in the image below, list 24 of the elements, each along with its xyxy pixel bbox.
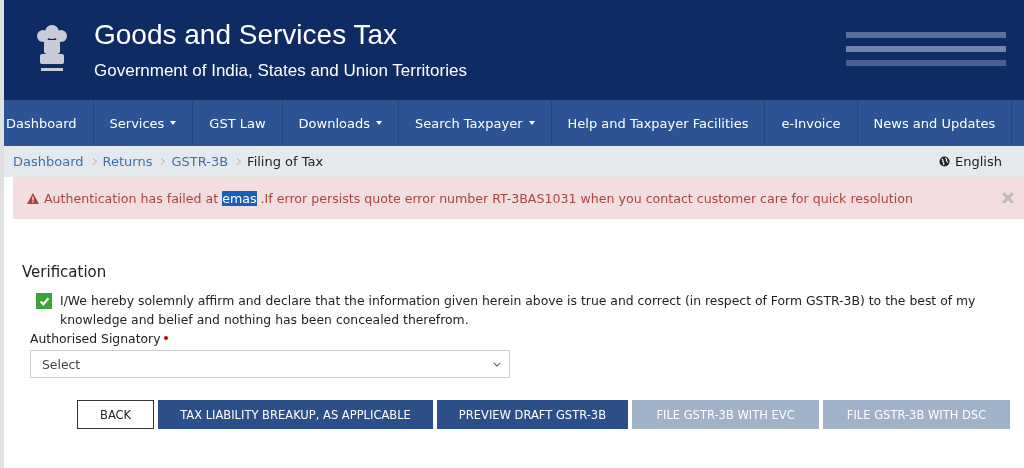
caret-icon — [528, 121, 535, 125]
action-button[interactable]: PREVIEW DRAFT GSTR-3B — [436, 400, 629, 429]
breadcrumb-link[interactable]: GSTR-3B — [171, 154, 229, 169]
signatory-select[interactable]: Select — [30, 350, 510, 378]
error-message: Authentication has failed at emas .If error persists quote error number RT-3BAS1031 when you contact customer care for quick resolution — [44, 190, 914, 206]
breadcrumb-current: Filing of Tax — [247, 154, 324, 169]
checkbox[interactable] — [36, 293, 52, 309]
section-heading: Verification — [22, 263, 108, 281]
field-label: Authorised Signatory — [30, 331, 161, 346]
check-icon — [38, 295, 50, 307]
caret-icon — [376, 121, 382, 125]
required-dot-icon — [163, 336, 168, 340]
action-button[interactable]: BACK — [77, 400, 155, 429]
action-button[interactable]: TAX LIABILITY BREAKUP, AS APPLICABLE — [158, 400, 433, 429]
site-subtitle: Government of India, States and Union Territories — [94, 61, 468, 81]
breadcrumb-link[interactable]: Dashboard — [13, 154, 84, 169]
site-title: Goods and Services Tax — [94, 19, 398, 51]
language-link[interactable]: English — [955, 154, 1002, 169]
breadcrumb-link[interactable]: Returns — [102, 154, 153, 169]
caret-icon — [170, 121, 177, 125]
warning-icon — [27, 192, 39, 204]
globe-icon — [939, 156, 951, 167]
chevron-down-icon — [493, 361, 501, 367]
declaration-text: I/We hereby solemnly affirm and declare that the information given herein above is true and correct (in respect of Form GSTR-3B) to the best of my knowledge and belief and nothing has been concealed therefrom. — [60, 292, 977, 329]
